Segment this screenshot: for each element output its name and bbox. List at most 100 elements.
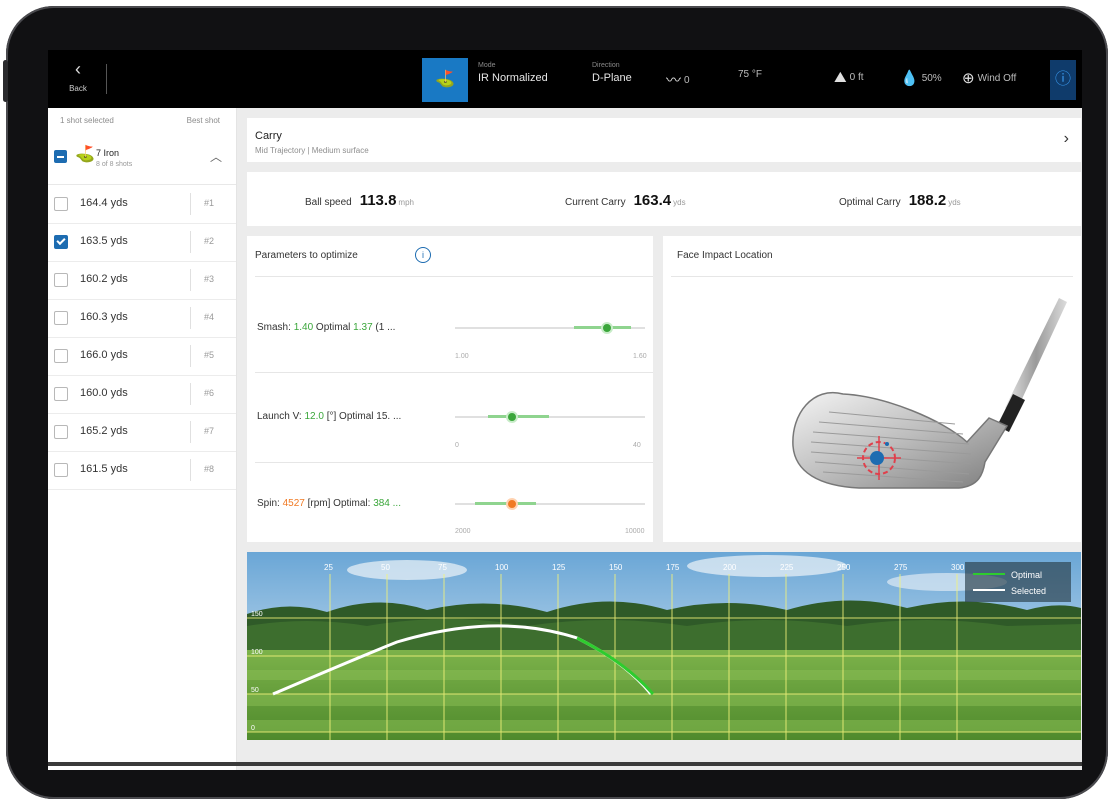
chevron-right-icon[interactable]: ›: [1064, 130, 1069, 148]
shot-checkbox[interactable]: [54, 349, 68, 363]
altitude-setting[interactable]: ⛰ 0 ft: [834, 69, 864, 86]
spin-min: 2000: [455, 528, 471, 535]
shot-number: #8: [204, 464, 215, 474]
shot-checkbox[interactable]: [54, 425, 68, 439]
ball-speed-metric: Ball speed 113.8 mph: [305, 192, 414, 210]
wind-setting[interactable]: 〰 0: [666, 69, 690, 90]
launch-slider-thumb[interactable]: [506, 411, 518, 423]
shot-number: #3: [204, 274, 215, 284]
optimal-carry-label: Optimal Carry: [839, 197, 901, 208]
temperature-label: 75 °F: [738, 69, 763, 80]
wind-off-setting[interactable]: ⊕ Wind Off: [962, 69, 1016, 87]
target-icon: ⊕: [962, 70, 975, 87]
wind-off-label: Wind Off: [977, 73, 1017, 84]
main-content: Carry Mid Trajectory | Medium surface › …: [237, 108, 1082, 770]
club-select-all-checkbox[interactable]: [54, 150, 67, 163]
divider: [190, 383, 191, 405]
divider: [190, 269, 191, 291]
info-button[interactable]: ⓘ: [1050, 60, 1076, 100]
smash-max: 1.60: [633, 353, 647, 360]
legend-selected: Selected: [973, 586, 1046, 596]
info-icon[interactable]: i: [415, 247, 431, 263]
smash-optimal: 1.37: [353, 322, 373, 333]
divider: [255, 462, 653, 463]
shot-checkbox[interactable]: [54, 387, 68, 401]
chevron-left-icon: ‹: [75, 59, 81, 79]
launch-optimal-band: [488, 415, 550, 418]
metrics-card: Ball speed 113.8 mph Current Carry 163.4 yds…: [247, 172, 1081, 226]
direction-caption: Direction: [592, 62, 620, 69]
shot-row[interactable]: 166.0 yds #5: [48, 337, 236, 376]
back-label: Back: [69, 84, 87, 93]
temperature-setting[interactable]: 75 °F: [738, 69, 762, 80]
optimal-carry-value: 188.2: [908, 192, 947, 209]
launch-slider-track[interactable]: [455, 416, 645, 418]
shot-number: #5: [204, 350, 215, 360]
trajectory-view: 25 50 75 100 125 150 175 200 225 250 275 300 150 100…: [247, 552, 1081, 740]
launch-optimal-label: [°] Optimal: [323, 411, 377, 422]
shot-distance: 161.5 yds: [80, 463, 128, 475]
shot-checkbox[interactable]: [54, 311, 68, 325]
current-carry-value: 163.4: [633, 192, 672, 209]
x-tick-label: 275: [894, 563, 908, 572]
current-carry-metric: Current Carry 163.4 yds: [565, 192, 686, 210]
optimizer-mode-button[interactable]: ⛳: [422, 58, 468, 102]
best-shot-link[interactable]: Best shot: [187, 116, 220, 125]
shot-row[interactable]: 160.3 yds #4: [48, 299, 236, 338]
x-tick-label: 200: [723, 563, 737, 572]
shot-checkbox[interactable]: [54, 273, 68, 287]
divider: [190, 231, 191, 253]
x-tick-label: 250: [837, 563, 851, 572]
parameters-card: Parameters to optimize i Smash: 1.40 Opt…: [247, 236, 653, 542]
wind-icon: 〰: [666, 72, 682, 89]
shot-row[interactable]: 164.4 yds #1: [48, 185, 236, 224]
humidity-label: 50%: [921, 73, 942, 84]
carry-title: Carry: [255, 130, 282, 142]
smash-name: Smash:: [257, 322, 294, 333]
legend-selected-label: Selected: [1011, 586, 1047, 596]
launch-current: 12.0: [304, 411, 324, 422]
x-tick-label: 150: [609, 563, 623, 572]
x-tick-label: 175: [666, 563, 680, 572]
shot-checkbox[interactable]: [54, 463, 68, 477]
spin-max: 10000: [625, 528, 645, 535]
shot-row[interactable]: 160.0 yds #6: [48, 375, 236, 414]
spin-label: Spin: 4527 [rpm] Optimal: 384 ...: [257, 498, 401, 509]
humidity-icon: 💧: [900, 70, 919, 87]
shot-row[interactable]: 165.2 yds #7: [48, 413, 236, 452]
y-tick-label: 0: [251, 725, 255, 732]
back-button[interactable]: ‹ Back: [60, 58, 96, 100]
divider: [255, 276, 653, 277]
mode-selector[interactable]: Mode IR Normalized: [478, 62, 548, 96]
direction-selector[interactable]: Direction D-Plane: [592, 62, 632, 96]
ball-speed-value: 113.8: [359, 192, 397, 209]
info-icon: ⓘ: [1054, 71, 1071, 88]
shot-distance: 160.0 yds: [80, 387, 128, 399]
shot-checkbox[interactable]: [54, 235, 68, 249]
shot-number: #4: [204, 312, 215, 322]
shot-number: #7: [204, 426, 215, 436]
shot-row[interactable]: 161.5 yds #8: [48, 451, 236, 490]
top-bar: ‹ Back ⛳ Mode IR Normalized Direction D-…: [48, 50, 1082, 108]
divider: [190, 345, 191, 367]
launch-min: 0: [455, 442, 459, 449]
legend-optimal: Optimal: [973, 570, 1042, 580]
optimal-carry-metric: Optimal Carry 188.2 yds: [839, 192, 961, 210]
shot-distance: 160.3 yds: [80, 311, 128, 323]
mode-value: IR Normalized: [478, 72, 548, 84]
chevron-up-icon[interactable]: ︿: [210, 148, 222, 165]
spin-slider-thumb[interactable]: [506, 498, 518, 510]
shot-row[interactable]: 160.2 yds #3: [48, 261, 236, 300]
altitude-icon: ⛰: [834, 69, 847, 86]
humidity-setting[interactable]: 💧 50%: [900, 69, 942, 87]
shot-row[interactable]: 163.5 yds #2: [48, 223, 236, 262]
club-group-row[interactable]: ⛳ 7 Iron 8 of 8 shots ︿: [48, 130, 236, 185]
carry-header-card[interactable]: Carry Mid Trajectory | Medium surface ›: [247, 118, 1081, 162]
legend-optimal-label: Optimal: [1011, 570, 1043, 580]
shot-number: #1: [204, 198, 215, 208]
smash-label: Smash: 1.40 Optimal 1.37 (1 ...: [257, 322, 395, 333]
shot-distance: 163.5 yds: [80, 235, 128, 247]
smash-slider-thumb[interactable]: [601, 322, 613, 334]
volume-button: [3, 60, 8, 102]
shot-checkbox[interactable]: [54, 197, 68, 211]
